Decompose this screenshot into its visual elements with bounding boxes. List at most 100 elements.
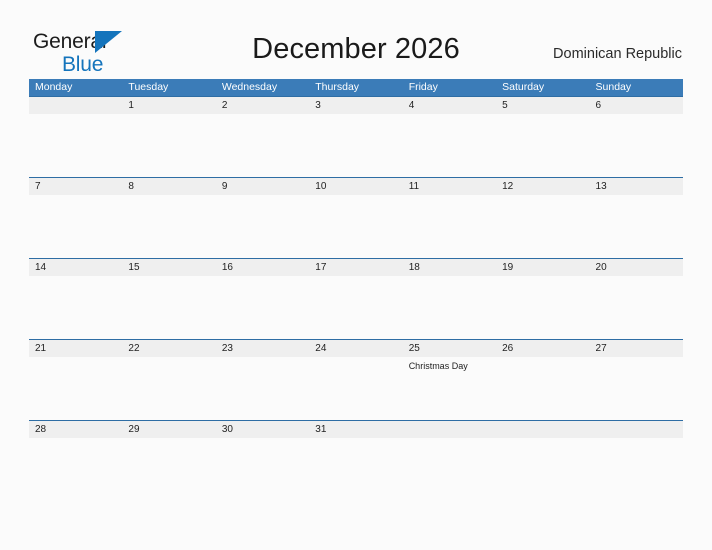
day-number: 9 (221, 181, 228, 192)
event-cell[interactable] (122, 276, 215, 340)
day-number: 21 (35, 343, 47, 354)
event-cell[interactable] (216, 195, 309, 259)
event-cell[interactable] (590, 357, 683, 421)
day-cell[interactable]: 10 (309, 178, 402, 195)
day-cell[interactable]: 22 (122, 340, 215, 357)
day-cell[interactable]: 20 (590, 259, 683, 276)
week-event-band (29, 276, 683, 340)
day-cell[interactable] (590, 421, 683, 438)
event-cell[interactable] (590, 195, 683, 259)
day-number: 12 (502, 181, 514, 192)
day-cell[interactable] (496, 421, 589, 438)
event-cell[interactable] (590, 114, 683, 178)
event-cell[interactable] (309, 438, 402, 502)
page-header: General Blue December 2026 Dominican Rep… (0, 0, 712, 78)
week-date-band: 21 22 23 24 25 26 27 (29, 339, 683, 357)
event-cell[interactable] (216, 438, 309, 502)
event-cell[interactable] (122, 357, 215, 421)
day-cell[interactable]: 31 (309, 421, 402, 438)
day-cell[interactable]: 19 (496, 259, 589, 276)
event-cell[interactable] (403, 114, 496, 178)
day-cell[interactable]: 15 (122, 259, 215, 276)
day-number: 19 (502, 262, 514, 273)
day-cell[interactable] (29, 97, 122, 114)
day-cell[interactable]: 27 (590, 340, 683, 357)
week-date-band: 7 8 9 10 11 12 13 (29, 177, 683, 195)
day-cell[interactable]: 21 (29, 340, 122, 357)
day-cell[interactable]: 16 (216, 259, 309, 276)
day-cell[interactable]: 7 (29, 178, 122, 195)
day-cell[interactable]: 13 (590, 178, 683, 195)
day-cell[interactable]: 24 (309, 340, 402, 357)
event-cell[interactable] (496, 276, 589, 340)
event-cell[interactable] (216, 114, 309, 178)
day-cell[interactable]: 17 (309, 259, 402, 276)
day-number: 27 (595, 343, 607, 354)
event-cell[interactable] (403, 195, 496, 259)
day-number: 6 (595, 100, 602, 111)
week-event-band (29, 114, 683, 178)
event-cell[interactable] (590, 438, 683, 502)
event-cell[interactable] (29, 114, 122, 178)
event-cell[interactable] (309, 276, 402, 340)
day-cell[interactable]: 28 (29, 421, 122, 438)
day-cell[interactable]: 2 (216, 97, 309, 114)
event-cell[interactable] (122, 195, 215, 259)
event-cell[interactable] (496, 114, 589, 178)
day-number: 16 (221, 262, 233, 273)
day-cell[interactable]: 11 (403, 178, 496, 195)
day-cell[interactable]: 26 (496, 340, 589, 357)
day-number: 26 (502, 343, 514, 354)
calendar-week-row: 28 29 30 31 (29, 420, 683, 501)
event-cell[interactable] (29, 357, 122, 421)
day-number: 24 (315, 343, 327, 354)
day-number: 11 (408, 181, 420, 192)
day-cell[interactable]: 30 (216, 421, 309, 438)
event-cell[interactable] (309, 195, 402, 259)
event-cell[interactable] (309, 357, 402, 421)
day-cell[interactable]: 14 (29, 259, 122, 276)
week-date-band: 14 15 16 17 18 19 20 (29, 258, 683, 276)
event-cell[interactable] (29, 195, 122, 259)
day-number: 18 (408, 262, 420, 273)
day-number: 23 (221, 343, 233, 354)
day-cell[interactable]: 1 (122, 97, 215, 114)
event-cell[interactable] (122, 114, 215, 178)
day-cell[interactable]: 5 (496, 97, 589, 114)
event-cell[interactable] (309, 114, 402, 178)
day-cell[interactable]: 23 (216, 340, 309, 357)
event-cell[interactable] (403, 276, 496, 340)
day-number: 31 (315, 424, 327, 435)
day-cell[interactable]: 29 (122, 421, 215, 438)
weekday-header-tuesday: Tuesday (128, 81, 169, 93)
day-cell[interactable]: 25 (403, 340, 496, 357)
day-number: 28 (35, 424, 47, 435)
day-number: 20 (595, 262, 607, 273)
day-cell[interactable]: 18 (403, 259, 496, 276)
day-cell[interactable]: 4 (403, 97, 496, 114)
event-cell[interactable] (29, 276, 122, 340)
event-cell[interactable] (29, 438, 122, 502)
event-cell[interactable] (216, 357, 309, 421)
event-cell[interactable] (590, 276, 683, 340)
week-date-band: 28 29 30 31 (29, 420, 683, 438)
day-number: 7 (35, 181, 41, 192)
day-cell[interactable]: 3 (309, 97, 402, 114)
weekday-header-friday: Friday (408, 81, 438, 93)
event-cell[interactable] (122, 438, 215, 502)
day-cell[interactable]: 9 (216, 178, 309, 195)
day-number: 2 (221, 100, 228, 111)
event-cell-christmas[interactable]: Christmas Day (403, 357, 496, 421)
day-cell[interactable]: 12 (496, 178, 589, 195)
weekday-header-saturday: Saturday (502, 81, 545, 93)
day-cell[interactable] (403, 421, 496, 438)
event-cell[interactable] (216, 276, 309, 340)
event-cell[interactable] (496, 195, 589, 259)
event-cell[interactable] (496, 438, 589, 502)
event-cell[interactable] (403, 438, 496, 502)
day-cell[interactable]: 6 (590, 97, 683, 114)
day-number: 10 (315, 181, 327, 192)
event-label: Christmas Day (408, 361, 468, 371)
day-cell[interactable]: 8 (122, 178, 215, 195)
event-cell[interactable] (496, 357, 589, 421)
